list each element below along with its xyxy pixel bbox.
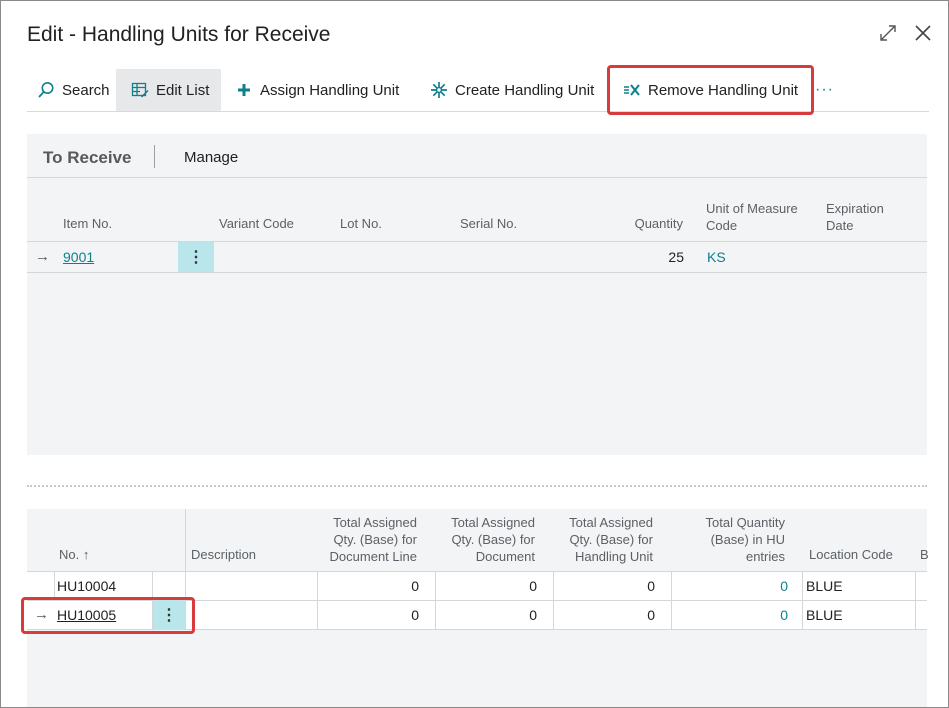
assigned-doc-value[interactable]: 0 [435,607,537,623]
edit-list-button[interactable]: Edit List [116,69,221,111]
assigned-doc-value[interactable]: 0 [435,578,537,594]
column-header-variant-code[interactable]: Variant Code [219,215,294,232]
cell-divider [802,572,803,601]
row-menu-icon[interactable]: ⋮ [178,242,214,272]
assign-handling-unit-button[interactable]: Assign Handling Unit [235,69,399,111]
assign-label: Assign Handling Unit [260,81,400,99]
edit-list-label: Edit List [156,81,210,99]
row-arrow-icon: → [35,248,50,265]
column-header-assigned-doc-line[interactable]: Total Assigned Qty. (Base) for Document … [317,514,417,565]
expand-icon[interactable] [878,23,900,45]
hu10005-highlight-box [21,597,195,634]
search-label: Search [62,81,110,99]
search-icon [37,81,55,99]
c2-line1: Total Assigned [451,515,535,530]
uom-header-line1: Unit of Measure [706,201,798,216]
total-qty-entries-value[interactable]: 0 [671,607,788,623]
sparkle-icon [430,81,448,99]
column-header-quantity[interactable]: Quantity [587,215,683,232]
cell-divider [915,572,916,601]
panel-tabs: To Receive Manage [27,134,927,178]
panel-splitter[interactable] [27,485,927,487]
uom-value[interactable]: KS [707,249,726,265]
header-divider [27,241,927,242]
c4-line3: entries [745,549,785,564]
cell-divider [802,601,803,630]
assigned-hu-value[interactable]: 0 [553,578,655,594]
uom-header-line2: Code [706,218,738,233]
tab-divider [154,145,155,168]
column-header-assigned-hu[interactable]: Total Assigned Qty. (Base) for Handling … [553,514,653,565]
c3-line2: Qty. (Base) for [569,532,653,547]
hu-no-value[interactable]: HU10004 [57,578,116,594]
column-header-lot-no[interactable]: Lot No. [340,215,382,232]
exp-header-line1: Expiration [826,201,884,216]
dialog-window: Edit - Handling Units for Receive Search… [0,0,949,708]
column-header-serial-no[interactable]: Serial No. [460,215,517,232]
assigned-hu-value[interactable]: 0 [553,607,655,623]
create-handling-unit-button[interactable]: Create Handling Unit [430,69,594,111]
column-header-uom[interactable]: Unit of Measure Code [706,200,798,234]
row-divider [27,272,927,273]
total-qty-entries-value[interactable]: 0 [671,578,788,594]
c3-line1: Total Assigned [569,515,653,530]
cell-divider [915,601,916,630]
tab-manage[interactable]: Manage [184,149,238,166]
create-label: Create Handling Unit [455,81,595,99]
location-code-value[interactable]: BLUE [806,607,843,623]
c4-line2: (Base) in HU [710,532,785,547]
assigned-doc-line-value[interactable]: 0 [317,578,419,594]
column-header-assigned-doc[interactable]: Total Assigned Qty. (Base) for Document [435,514,535,565]
plus-icon [235,81,253,99]
c3-line3: Handling Unit [574,549,653,564]
column-header-expiration-date[interactable]: Expiration Date [826,200,884,234]
item-no-link[interactable]: 9001 [63,249,94,265]
c1-line1: Total Assigned [333,515,417,530]
page-title: Edit - Handling Units for Receive [27,23,331,46]
exp-header-line2: Date [826,218,854,233]
header-column-divider [185,509,186,571]
c1-line3: Document Line [329,549,417,564]
column-header-description[interactable]: Description [191,546,256,563]
close-icon[interactable] [913,23,935,45]
tab-to-receive[interactable]: To Receive [43,148,132,168]
column-header-location-code[interactable]: Location Code [809,546,893,563]
column-header-next[interactable]: B [920,546,929,563]
assigned-doc-line-value[interactable]: 0 [317,607,419,623]
c4-line1: Total Quantity [705,515,786,530]
to-receive-panel: To Receive Manage Item No. Variant Code … [27,134,927,455]
remove-highlight-box [607,65,814,115]
quantity-value: 25 [668,249,684,265]
c2-line3: Document [475,549,535,564]
column-header-no[interactable]: No. ↑ [59,546,89,563]
column-header-item-no[interactable]: Item No. [63,215,112,232]
c1-line2: Qty. (Base) for [333,532,417,547]
search-button[interactable]: Search [37,69,110,111]
edit-list-icon [131,81,149,99]
more-options-icon[interactable]: ··· [815,69,834,111]
location-code-value[interactable]: BLUE [806,578,843,594]
c2-line2: Qty. (Base) for [451,532,535,547]
column-header-total-qty-entries[interactable]: Total Quantity (Base) in HU entries [685,514,786,565]
